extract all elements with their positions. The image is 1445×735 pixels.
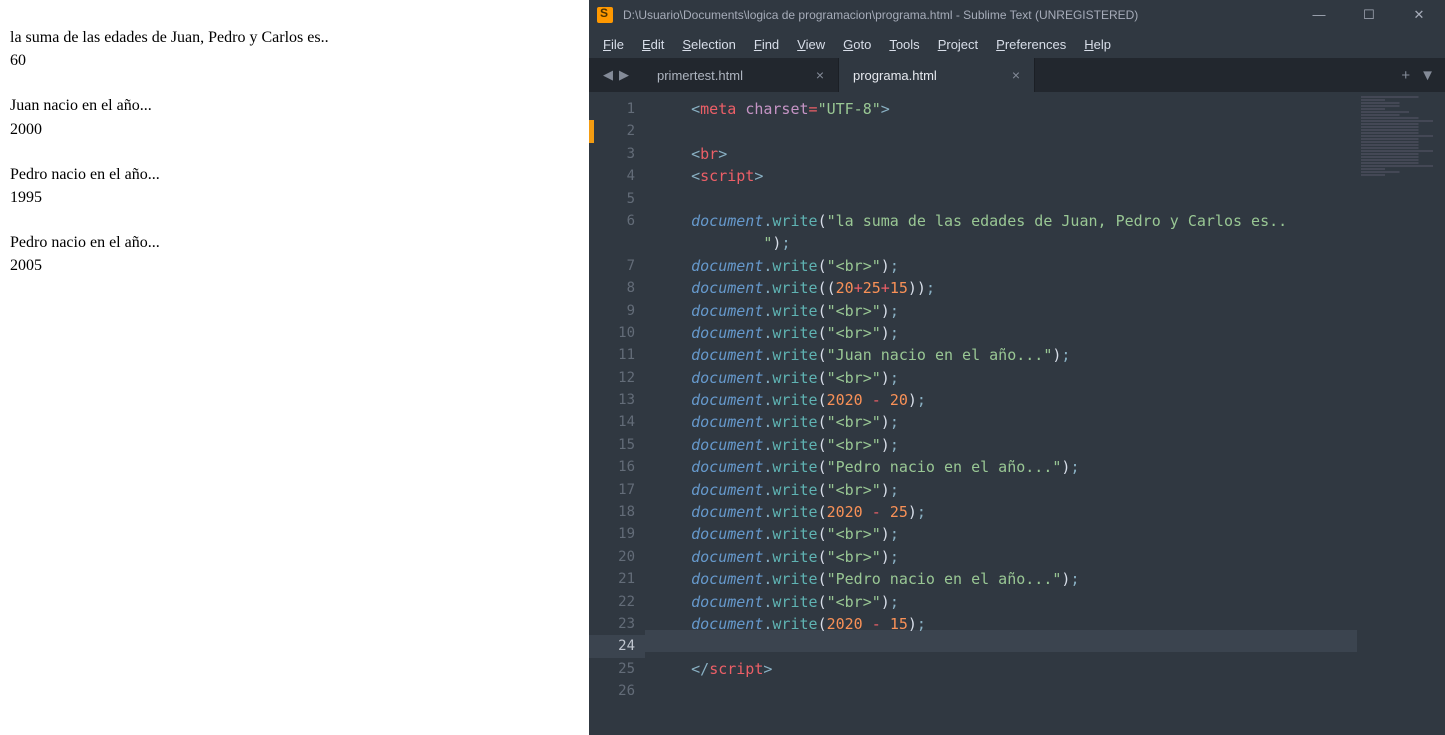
output-text: Pedro nacio en el año... — [10, 163, 579, 186]
titlebar[interactable]: D:\Usuario\Documents\logica de programac… — [589, 0, 1445, 30]
menu-item-help[interactable]: Help — [1076, 34, 1119, 55]
code-line[interactable]: document.write(2020 - 20); — [655, 389, 1357, 411]
menubar: FileEditSelectionFindViewGotoToolsProjec… — [589, 30, 1445, 58]
tab-close-icon[interactable]: × — [1012, 67, 1020, 83]
editor[interactable]: 1234567891011121314151617181920212223242… — [589, 92, 1445, 735]
sublime-window: D:\Usuario\Documents\logica de programac… — [589, 0, 1445, 735]
code-line[interactable]: document.write("<br>"); — [655, 546, 1357, 568]
menu-item-edit[interactable]: Edit — [634, 34, 672, 55]
browser-output-pane: la suma de las edades de Juan, Pedro y C… — [0, 0, 589, 735]
nav-back-icon[interactable]: ◀ — [603, 67, 613, 83]
window-title: D:\Usuario\Documents\logica de programac… — [623, 8, 1307, 22]
tab-menu-icon[interactable]: ▼ — [1420, 67, 1435, 84]
tab-programa-html[interactable]: programa.html × — [839, 58, 1035, 92]
code-line[interactable]: document.write("<br>"); — [655, 591, 1357, 613]
menu-item-selection[interactable]: Selection — [674, 34, 743, 55]
code-line[interactable]: <meta charset="UTF-8"> — [655, 98, 1357, 120]
nav-forward-icon[interactable]: ▶ — [619, 67, 629, 83]
code-line[interactable]: document.write("<br>"); — [655, 367, 1357, 389]
new-tab-icon[interactable]: + — [1401, 67, 1410, 84]
code-line[interactable]: document.write("Pedro nacio en el año...… — [655, 456, 1357, 478]
tab-label: programa.html — [853, 68, 937, 83]
code-line[interactable]: </script> — [655, 658, 1357, 680]
code-line[interactable]: document.write(2020 - 25); — [655, 501, 1357, 523]
code-line[interactable]: document.write("la suma de las edades de… — [655, 210, 1357, 232]
menu-item-file[interactable]: File — [595, 34, 632, 55]
line-gutter: 1234567891011121314151617181920212223242… — [589, 92, 645, 735]
output-text: la suma de las edades de Juan, Pedro y C… — [10, 26, 579, 49]
output-text: Juan nacio en el año... — [10, 94, 579, 117]
code-line[interactable]: document.write("Pedro nacio en el año...… — [655, 568, 1357, 590]
code-line[interactable]: "); — [655, 232, 1357, 254]
code-line[interactable]: document.write("<br>"); — [655, 255, 1357, 277]
code-line[interactable]: <script> — [655, 165, 1357, 187]
maximize-icon[interactable]: ☐ — [1357, 7, 1381, 23]
output-value: 2000 — [10, 118, 579, 141]
code-line[interactable]: <br> — [655, 143, 1357, 165]
output-value: 60 — [10, 49, 579, 72]
output-text: Pedro nacio en el año... — [10, 231, 579, 254]
menu-item-view[interactable]: View — [789, 34, 833, 55]
tab-label: primertest.html — [657, 68, 743, 83]
code-line[interactable] — [655, 120, 1357, 142]
menu-item-project[interactable]: Project — [930, 34, 986, 55]
close-icon[interactable]: ✕ — [1407, 7, 1431, 23]
code-line[interactable]: document.write("<br>"); — [655, 523, 1357, 545]
code-area[interactable]: <meta charset="UTF-8"> <br> <script> doc… — [645, 92, 1357, 735]
menu-item-tools[interactable]: Tools — [881, 34, 927, 55]
code-line[interactable]: document.write("<br>"); — [655, 411, 1357, 433]
tab-close-icon[interactable]: × — [816, 67, 824, 83]
output-value: 2005 — [10, 254, 579, 277]
minimize-icon[interactable]: — — [1307, 7, 1331, 23]
sublime-logo-icon — [597, 7, 613, 23]
code-line[interactable]: document.write((20+25+15)); — [655, 277, 1357, 299]
code-line[interactable]: document.write("Juan nacio en el año..."… — [655, 344, 1357, 366]
code-line[interactable]: document.write("<br>"); — [655, 322, 1357, 344]
tab-primertest-html[interactable]: primertest.html × — [643, 58, 839, 92]
code-line[interactable] — [655, 188, 1357, 210]
menu-item-find[interactable]: Find — [746, 34, 787, 55]
output-value: 1995 — [10, 186, 579, 209]
code-line[interactable] — [655, 680, 1357, 702]
code-line[interactable]: document.write("<br>"); — [655, 300, 1357, 322]
tab-bar: ◀ ▶ primertest.html × programa.html × + ▼ — [589, 58, 1445, 92]
code-line[interactable]: document.write("<br>"); — [655, 479, 1357, 501]
menu-item-preferences[interactable]: Preferences — [988, 34, 1074, 55]
menu-item-goto[interactable]: Goto — [835, 34, 879, 55]
code-line[interactable]: document.write("<br>"); — [655, 434, 1357, 456]
minimap[interactable] — [1357, 92, 1445, 735]
